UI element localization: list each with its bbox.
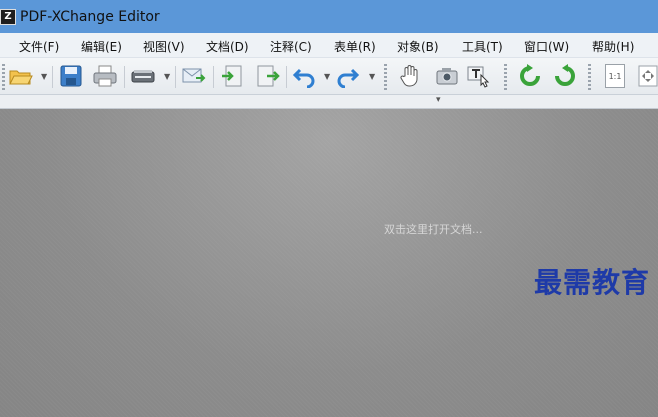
open-document-hint[interactable]: 双击这里打开文档... bbox=[384, 221, 483, 237]
menu-view[interactable]: 视图(V) bbox=[143, 38, 185, 55]
toolbar-grip[interactable] bbox=[504, 64, 507, 90]
fit-page-icon[interactable] bbox=[636, 64, 658, 88]
select-text-icon[interactable] bbox=[466, 64, 492, 88]
toolbar-divider bbox=[52, 66, 53, 88]
print-icon[interactable] bbox=[92, 64, 118, 88]
expand-chevron-icon[interactable]: ▾ bbox=[436, 95, 441, 105]
export-icon[interactable] bbox=[255, 64, 281, 88]
menu-tools[interactable]: 工具(T) bbox=[462, 38, 503, 55]
menu-window[interactable]: 窗口(W) bbox=[524, 38, 569, 55]
menu-bar: 文件(F) 编辑(E) 视图(V) 文档(D) 注释(C) 表单(R) 对象(B… bbox=[0, 33, 658, 58]
redo-dropdown-icon[interactable]: ▼ bbox=[369, 72, 375, 81]
menu-file[interactable]: 文件(F) bbox=[19, 38, 59, 55]
watermark-logo: 最需教育 bbox=[534, 266, 651, 299]
menu-comment[interactable]: 注释(C) bbox=[270, 38, 312, 55]
toolbar-grip[interactable] bbox=[2, 64, 5, 90]
hand-tool-icon[interactable] bbox=[398, 64, 424, 88]
toolbar-divider bbox=[286, 66, 287, 88]
scan-icon[interactable] bbox=[130, 64, 156, 88]
scan-dropdown-icon[interactable]: ▼ bbox=[164, 72, 170, 81]
menu-document[interactable]: 文档(D) bbox=[206, 38, 249, 55]
import-icon[interactable] bbox=[220, 64, 246, 88]
redo-icon[interactable] bbox=[334, 64, 360, 88]
save-icon[interactable] bbox=[58, 64, 84, 88]
actual-size-label: 1:1 bbox=[605, 64, 625, 88]
menu-object[interactable]: 对象(B) bbox=[397, 38, 439, 55]
menu-form[interactable]: 表单(R) bbox=[334, 38, 376, 55]
window-title: PDF-XChange Editor bbox=[20, 8, 160, 25]
snapshot-icon[interactable] bbox=[434, 64, 460, 88]
undo-icon[interactable] bbox=[292, 64, 318, 88]
undo-dropdown-icon[interactable]: ▼ bbox=[324, 72, 330, 81]
email-icon[interactable] bbox=[181, 64, 207, 88]
rotate-right-icon[interactable] bbox=[552, 64, 578, 88]
toolbar-divider bbox=[213, 66, 214, 88]
actual-size-icon[interactable]: 1:1 bbox=[602, 64, 628, 88]
app-logo-icon[interactable]: Z bbox=[0, 8, 16, 25]
title-bar: Z PDF-XChange Editor bbox=[0, 0, 658, 33]
open-folder-icon[interactable] bbox=[8, 64, 34, 88]
toolbar-grip[interactable] bbox=[588, 64, 591, 90]
main-toolbar: ▼ ▼ ▼ ▼ 1:1 bbox=[0, 58, 658, 95]
toolbar-divider bbox=[124, 66, 125, 88]
toolbar-divider bbox=[175, 66, 176, 88]
menu-help[interactable]: 帮助(H) bbox=[592, 38, 634, 55]
open-dropdown-icon[interactable]: ▼ bbox=[41, 72, 47, 81]
toolbar-grip[interactable] bbox=[384, 64, 387, 90]
rotate-left-icon[interactable] bbox=[517, 64, 543, 88]
toolbar-collapse-strip: ▾ bbox=[0, 95, 658, 109]
menu-edit[interactable]: 编辑(E) bbox=[81, 38, 122, 55]
